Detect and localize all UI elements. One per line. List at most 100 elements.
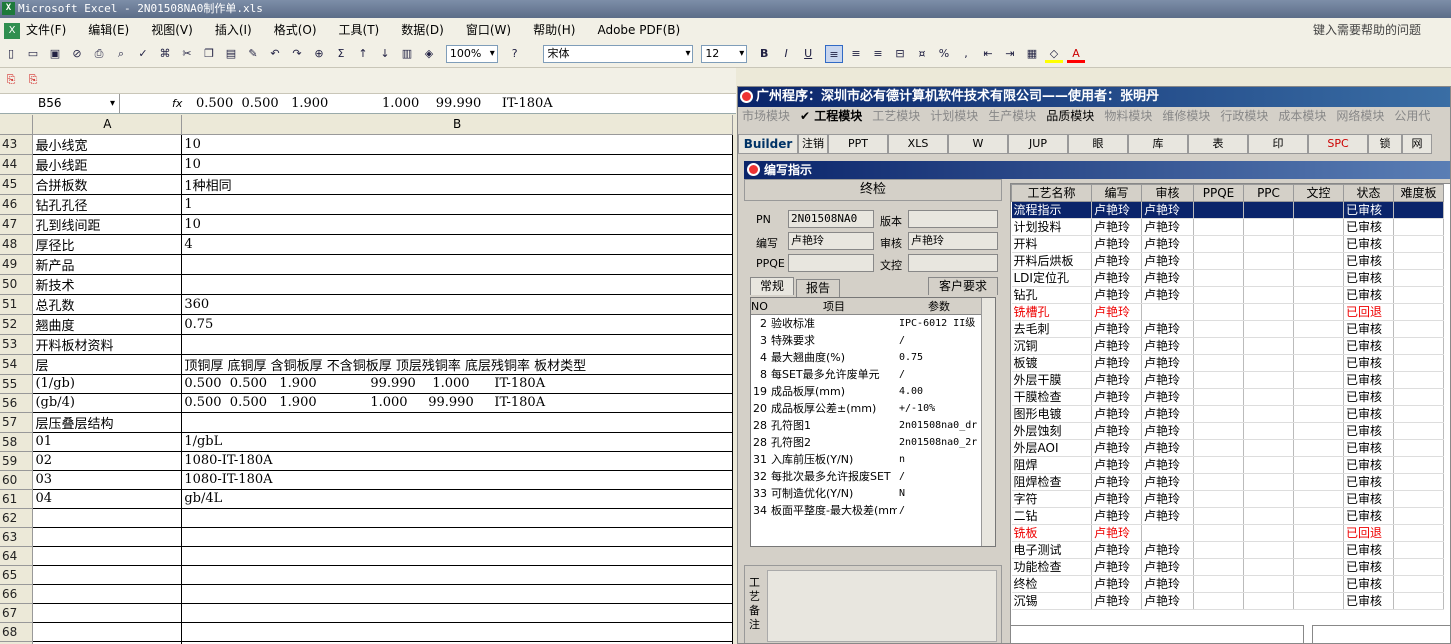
writer-field[interactable]: 卢艳玲: [788, 232, 874, 250]
process-row[interactable]: 板镀 卢艳玲 卢艳玲 已审核: [1011, 354, 1444, 372]
menu-item[interactable]: 视图(V): [151, 23, 193, 37]
cell-a[interactable]: 总孔数: [32, 294, 183, 315]
row-header[interactable]: 58: [0, 432, 34, 452]
cell-a[interactable]: 最小线宽: [32, 134, 183, 155]
menu-item[interactable]: 插入(I): [215, 23, 252, 37]
process-row[interactable]: 外层蚀刻 卢艳玲 卢艳玲 已审核: [1011, 422, 1444, 440]
cell-b[interactable]: [181, 565, 733, 585]
process-row[interactable]: 钻孔 卢艳玲 卢艳玲 已审核: [1011, 286, 1444, 304]
cell-a[interactable]: 最小线距: [32, 154, 183, 175]
cell-b[interactable]: 10: [181, 154, 733, 175]
cell-b[interactable]: 顶铜厚 底铜厚 含铜板厚 不含铜板厚 顶层残铜率 底层残铜率 板材类型: [181, 354, 733, 375]
erp-tool-button[interactable]: 注销: [798, 134, 828, 154]
bottom-input-left[interactable]: [1010, 625, 1304, 643]
process-row[interactable]: LDI定位孔 卢艳玲 卢艳玲 已审核: [1011, 269, 1444, 287]
module-tab[interactable]: 品质模块: [1046, 109, 1094, 123]
row-header[interactable]: 52: [0, 314, 34, 335]
row-header[interactable]: 63: [0, 527, 34, 547]
erp-tool-button[interactable]: 印: [1248, 134, 1308, 154]
process-row[interactable]: 计划投料 卢艳玲 卢艳玲 已审核: [1011, 218, 1444, 236]
param-row[interactable]: 2 验收标准 IPC-6012 II级: [751, 315, 995, 332]
process-header-cell[interactable]: 工艺名称: [1011, 184, 1092, 202]
pn-field[interactable]: 2N01508NA0: [788, 210, 874, 228]
open-icon[interactable]: ▭: [24, 45, 42, 63]
module-tab[interactable]: 成本模块: [1278, 109, 1326, 123]
row-header[interactable]: 56: [0, 393, 34, 413]
row-header[interactable]: 55: [0, 374, 34, 394]
module-tab[interactable]: 公用代: [1394, 109, 1430, 123]
menu-item[interactable]: 格式(O): [274, 23, 317, 37]
process-header-cell[interactable]: 状态: [1343, 184, 1394, 202]
align-left-icon[interactable]: ≡: [824, 45, 843, 63]
cell-b[interactable]: 10: [181, 134, 733, 155]
erp-tool-button[interactable]: PPT: [828, 134, 888, 154]
workbook-icon[interactable]: X: [4, 22, 20, 39]
help-search-input[interactable]: 键入需要帮助的问题: [1313, 22, 1421, 38]
erp-tool-button[interactable]: 锁: [1368, 134, 1402, 154]
row-header[interactable]: 46: [0, 194, 34, 215]
menu-item[interactable]: 数据(D): [401, 23, 444, 37]
erp-tool-button[interactable]: 眼: [1068, 134, 1128, 154]
row-header[interactable]: 67: [0, 603, 34, 623]
param-row[interactable]: 19 成品板厚(mm) 4.00: [751, 383, 995, 400]
menu-item[interactable]: 编辑(E): [88, 23, 129, 37]
row-header[interactable]: 54: [0, 354, 34, 375]
comma-button[interactable]: ,: [957, 45, 975, 63]
process-row[interactable]: 终检 卢艳玲 卢艳玲 已审核: [1011, 575, 1444, 593]
name-box-dropdown-icon[interactable]: ▾: [110, 94, 115, 113]
param-row[interactable]: 28 孔符图1 2n01508na0_dr: [751, 417, 995, 434]
row-header[interactable]: 53: [0, 334, 34, 355]
process-row[interactable]: 流程指示 卢艳玲 卢艳玲 已审核: [1011, 201, 1444, 219]
cell-a[interactable]: 厚径比: [32, 234, 183, 255]
sort-desc-icon[interactable]: ↓: [376, 45, 394, 63]
increase-indent-icon[interactable]: ⇥: [1001, 45, 1019, 63]
process-row[interactable]: 外层干膜 卢艳玲 卢艳玲 已审核: [1011, 371, 1444, 389]
cell-b[interactable]: 1080-IT-180A: [181, 470, 733, 490]
research-icon[interactable]: ⌘: [156, 45, 174, 63]
copy-icon[interactable]: ❐: [200, 45, 218, 63]
row-header[interactable]: 65: [0, 565, 34, 585]
cell-b[interactable]: 0.500 0.500 1.900 1.000 99.990 IT-180A: [181, 393, 733, 413]
cell-b[interactable]: 1: [181, 194, 733, 215]
row-header[interactable]: 68: [0, 622, 34, 642]
cell-a[interactable]: 新技术: [32, 274, 183, 295]
cell-b[interactable]: gb/4L: [181, 489, 733, 509]
cell-b[interactable]: [181, 274, 733, 295]
borders-icon[interactable]: ▦: [1023, 45, 1041, 63]
tab-customer[interactable]: 客户要求: [928, 277, 998, 295]
menu-item[interactable]: 帮助(H): [533, 23, 575, 37]
align-center-icon[interactable]: ≡: [847, 45, 865, 63]
font-size-select[interactable]: 12: [701, 45, 748, 63]
cell-a[interactable]: 层压叠层结构: [32, 412, 183, 433]
process-header-cell[interactable]: PPC: [1243, 184, 1294, 202]
cut-icon[interactable]: ✂: [178, 45, 196, 63]
cell-a[interactable]: 层: [32, 354, 183, 375]
row-header[interactable]: 44: [0, 154, 34, 175]
save-icon[interactable]: ▣: [46, 45, 64, 63]
erp-tool-button[interactable]: SPC: [1308, 134, 1368, 154]
doc-control-field[interactable]: [908, 254, 998, 272]
param-row[interactable]: 32 每批次最多允许报废SET /: [751, 468, 995, 485]
param-scrollbar[interactable]: [981, 298, 995, 546]
pdf-mail-icon[interactable]: ⎘: [24, 71, 42, 89]
cell-b[interactable]: [181, 622, 733, 642]
print-icon[interactable]: ⎙: [90, 45, 108, 63]
erp-tool-button[interactable]: JUP: [1008, 134, 1068, 154]
cell-b[interactable]: 4: [181, 234, 733, 255]
cell-b[interactable]: [181, 527, 733, 547]
param-row[interactable]: 4 最大翘曲度(%) 0.75: [751, 349, 995, 366]
spell-icon[interactable]: ✓: [134, 45, 152, 63]
cell-a[interactable]: 新产品: [32, 254, 183, 275]
formula-input[interactable]: 0.500 0.500 1.900 1.000 99.990 IT-180A: [196, 94, 553, 113]
process-header-cell[interactable]: 文控: [1293, 184, 1344, 202]
hyperlink-icon[interactable]: ⊕: [310, 45, 328, 63]
cell-a[interactable]: [32, 584, 183, 604]
module-tab[interactable]: 行政模块: [1220, 109, 1268, 123]
row-header[interactable]: 66: [0, 584, 34, 604]
column-header-a[interactable]: A: [32, 115, 183, 135]
permission-icon[interactable]: ⊘: [68, 45, 86, 63]
row-header[interactable]: 43: [0, 134, 34, 155]
process-row[interactable]: 图形电镀 卢艳玲 卢艳玲 已审核: [1011, 405, 1444, 423]
module-tab[interactable]: 物料模块: [1104, 109, 1152, 123]
erp-tool-button[interactable]: Builder: [738, 134, 798, 154]
